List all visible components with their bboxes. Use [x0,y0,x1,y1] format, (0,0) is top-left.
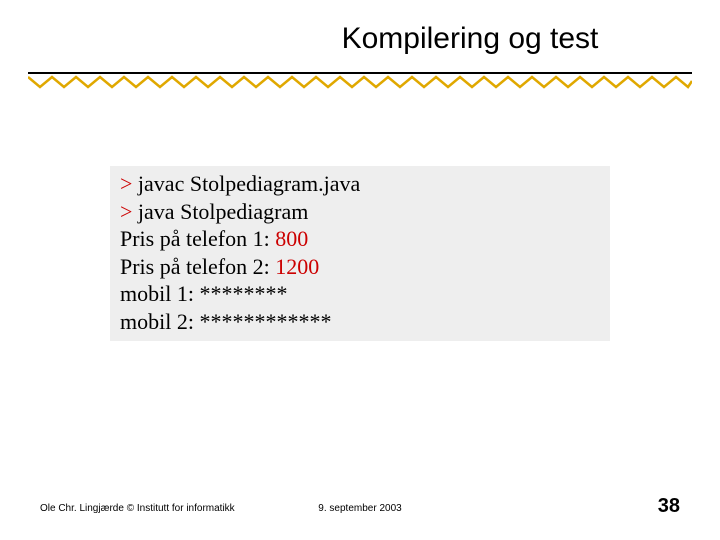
page-title: Kompilering og test [0,22,720,56]
command-text: Stolpediagram. [190,171,324,196]
output-label: mobil 2: [120,309,199,334]
command-text: Stolpediagram [180,199,308,224]
zigzag-decoration [28,75,692,89]
terminal-line: mobil 2: ************ [120,308,600,336]
output-label: mobil 1: [120,281,199,306]
prompt-icon: > [120,199,132,224]
output-value: 1200 [275,254,319,279]
output-label: Pris på telefon 1: [120,226,275,251]
terminal-line: > javac Stolpediagram.java [120,170,600,198]
command-text: javac [138,171,184,196]
terminal-output: > javac Stolpediagram.java > java Stolpe… [110,166,610,341]
terminal-line: Pris på telefon 1: 800 [120,225,600,253]
divider [28,72,692,94]
divider-line [28,72,692,74]
command-text: java [324,171,361,196]
footer-date: 9. september 2003 [0,503,720,514]
terminal-line: Pris på telefon 2: 1200 [120,253,600,281]
output-value: ************ [199,309,331,334]
terminal-line: > java Stolpediagram [120,198,600,226]
prompt-icon: > [120,171,132,196]
output-value: ******** [199,281,287,306]
slide-number: 38 [658,495,680,518]
command-text: java [138,199,175,224]
title-area: Kompilering og test [0,22,720,56]
output-label: Pris på telefon 2: [120,254,275,279]
output-value: 800 [275,226,308,251]
terminal-line: mobil 1: ******** [120,280,600,308]
